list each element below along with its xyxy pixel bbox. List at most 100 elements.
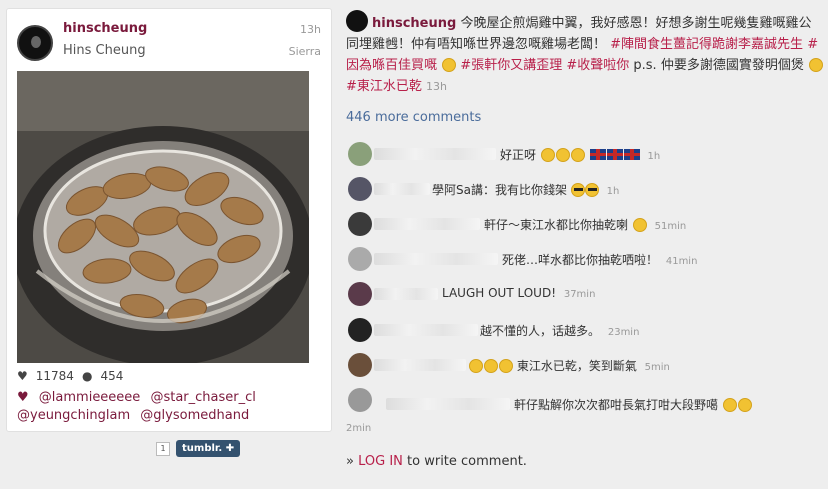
- comment-text: 軒仔～東江水都比你抽乾喇: [484, 218, 629, 232]
- tears-of-joy-emoji-icon: [499, 359, 513, 373]
- comment-time: 41min: [665, 256, 698, 267]
- blurred-username: [386, 398, 510, 410]
- comment-item: LAUGH OUT LOUD! 37min: [346, 280, 824, 308]
- tears-of-joy-emoji-icon: [555, 148, 570, 162]
- avatar[interactable]: [348, 247, 372, 271]
- comment-time: 37min: [563, 289, 596, 300]
- tears-of-joy-emoji-icon: [632, 218, 647, 232]
- comment-time: 2min: [346, 423, 372, 434]
- comment-body: 東江水已乾，笑到斷氣 5min: [468, 357, 670, 374]
- tumblr-share-button[interactable]: tumblr. ✚: [176, 440, 241, 457]
- comment-body: 學阿Sa講：我有比你錢架 1h: [432, 181, 619, 198]
- heart-eyes-emoji-icon: [808, 58, 823, 72]
- comment-item: 死佬…咩水都比你抽乾哂啦！ 41min: [346, 245, 824, 273]
- comment-item: 軒仔點解你次次都咁長氣打咁大段野噶 2min: [346, 386, 824, 436]
- post-header: hinscheung Hins Cheung 13h Sierra: [17, 19, 321, 69]
- liker-link[interactable]: @yeungchinglam: [17, 408, 130, 423]
- avatar[interactable]: [348, 212, 372, 236]
- comment-text: 好正呀: [500, 148, 537, 162]
- liker-link[interactable]: @star_chaser_cl: [150, 390, 255, 405]
- comment-text: 軒仔點解你次次都咁長氣打咁大段野噶: [514, 398, 719, 412]
- caption-text: p.s. 仲要多謝德國實發明個煲: [633, 58, 804, 73]
- comment-item: 好正呀 1h: [346, 140, 824, 168]
- comment-body: 好正呀 1h: [500, 146, 660, 163]
- login-suffix: to write comment.: [407, 454, 527, 469]
- tears-of-joy-emoji-icon: [540, 148, 555, 162]
- tears-of-joy-emoji-icon: [469, 359, 483, 373]
- arrow-icon: »: [346, 454, 354, 469]
- post-photo[interactable]: [17, 71, 309, 363]
- post-stats: ♥ 11784 ● 454: [17, 369, 123, 383]
- comment-time: 5min: [644, 362, 670, 373]
- blurred-username: [374, 148, 496, 160]
- comment-text: 死佬…咩水都比你抽乾哂啦！: [502, 253, 659, 267]
- login-link[interactable]: LOG IN: [358, 454, 403, 469]
- caption: hinscheung 今晚屋企煎焗雞中翼，我好感恩！好想多謝生呢幾隻雞嘅雞公同埋…: [346, 10, 824, 97]
- username-link[interactable]: hinscheung: [63, 21, 147, 36]
- blurred-username: [374, 288, 438, 300]
- comment-time: 1h: [606, 186, 620, 197]
- tears-of-joy-emoji-icon: [722, 398, 737, 412]
- avatar[interactable]: [348, 388, 372, 412]
- heart-icon[interactable]: ♥: [17, 369, 28, 383]
- comment-text: LAUGH OUT LOUD!: [442, 286, 556, 300]
- liker-link[interactable]: @lammieeeeee: [39, 390, 141, 405]
- caption-block: hinscheung 今晚屋企煎焗雞中翼，我好感恩！好想多謝生呢幾隻雞嘅雞公同埋…: [346, 10, 824, 97]
- hashtag[interactable]: #陣間食生薑記得跪謝李嘉誠先生: [610, 37, 803, 52]
- comment-item: 越不懂的人，话越多。 23min: [346, 316, 824, 344]
- comment-item: 軒仔～東江水都比你抽乾喇 51min: [346, 210, 824, 238]
- comment-text: 東江水已乾，笑到斷氣: [516, 359, 637, 373]
- blurred-username: [374, 359, 466, 371]
- relieved-emoji-icon: [442, 58, 457, 72]
- more-comments-link[interactable]: 446 more comments: [346, 110, 481, 125]
- comment-body: 軒仔點解你次次都咁長氣打咁大段野噶: [514, 396, 752, 413]
- comment-body: 越不懂的人，话越多。 23min: [480, 322, 639, 339]
- blurred-username: [374, 324, 478, 336]
- tears-of-joy-emoji-icon: [737, 398, 752, 412]
- comment-time: 23min: [607, 327, 640, 338]
- heart-icon: ♥: [17, 390, 29, 405]
- hashtag[interactable]: #收聲啦你: [566, 58, 629, 73]
- comment-time: 51min: [654, 221, 687, 232]
- comment-text: 越不懂的人，话越多。: [480, 324, 601, 338]
- login-prompt: » LOG IN to write comment.: [346, 454, 527, 469]
- likes-count: 11784: [35, 369, 74, 383]
- comment-icon[interactable]: ●: [82, 369, 92, 383]
- hashtag[interactable]: #張軒你又講歪理: [460, 58, 562, 73]
- comments-count: 454: [100, 369, 124, 383]
- page: hinscheung Hins Cheung 13h Sierra ♥ 1178…: [0, 0, 828, 489]
- comment-body: LAUGH OUT LOUD! 37min: [442, 286, 595, 300]
- post-time: 13h: [300, 23, 321, 36]
- caption-username[interactable]: hinscheung: [372, 16, 456, 31]
- comment-body: 死佬…咩水都比你抽乾哂啦！ 41min: [502, 251, 697, 268]
- liker-link[interactable]: @glysomedhand: [140, 408, 249, 423]
- chicken-wings-photo: [17, 71, 309, 363]
- avatar[interactable]: [348, 353, 372, 377]
- avatar[interactable]: [17, 25, 53, 61]
- comment-text: 學阿Sa講：我有比你錢架: [432, 183, 567, 197]
- share-bar: 1 tumblr. ✚: [156, 440, 241, 457]
- uk-flag-icon: [623, 149, 640, 160]
- avatar[interactable]: [348, 142, 372, 166]
- comment-time: 1h: [647, 151, 661, 162]
- comment-body: 軒仔～東江水都比你抽乾喇 51min: [484, 216, 686, 233]
- comment-item: 學阿Sa講：我有比你錢架 1h: [346, 175, 824, 203]
- avatar[interactable]: [348, 282, 372, 306]
- blurred-username: [374, 183, 430, 195]
- sunglasses-emoji-icon: [570, 183, 585, 197]
- comment-item: 東江水已乾，笑到斷氣 5min: [346, 351, 824, 379]
- avatar[interactable]: [346, 10, 368, 32]
- avatar[interactable]: [348, 318, 372, 342]
- sunglasses-emoji-icon: [584, 183, 599, 197]
- post-card: hinscheung Hins Cheung 13h Sierra ♥ 1178…: [6, 8, 332, 432]
- avatar[interactable]: [348, 177, 372, 201]
- hashtag[interactable]: #東江水已乾: [346, 79, 422, 94]
- uk-flag-icon: [606, 149, 623, 160]
- tears-of-joy-emoji-icon: [570, 148, 585, 162]
- share-count: 1: [156, 441, 170, 456]
- caption-time: 13h: [426, 80, 448, 93]
- filter-name: Sierra: [288, 45, 321, 58]
- blurred-username: [374, 218, 480, 230]
- tears-of-joy-emoji-icon: [484, 359, 498, 373]
- comment-time-row: 2min: [346, 420, 371, 434]
